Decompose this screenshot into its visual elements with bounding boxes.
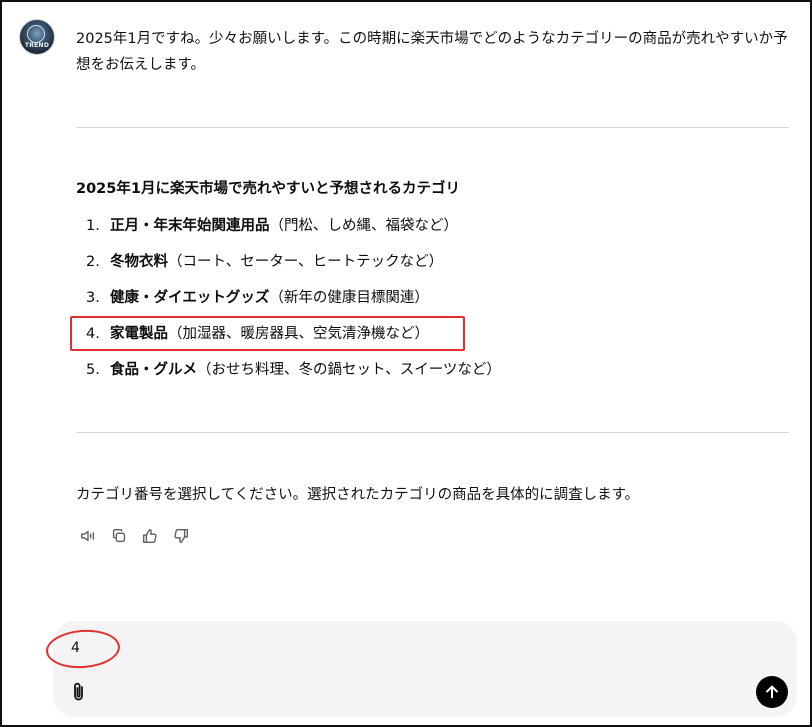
thumbs-down-icon[interactable] xyxy=(171,526,190,545)
chat-window: TREND 2025年1月ですね。少々お願いします。この時期に楽天市場でどのよう… xyxy=(0,0,812,727)
category-list: 1. 正月・年末年始関連用品（門松、しめ縄、福袋など） 2. 冬物衣料（コート、セー… xyxy=(86,213,501,393)
speaker-icon[interactable] xyxy=(78,526,97,545)
item-detail: （新年の健康目標関連） xyxy=(269,290,429,306)
list-item: 1. 正月・年末年始関連用品（門松、しめ縄、福袋など） xyxy=(86,213,501,249)
avatar-label: TREND xyxy=(24,42,50,49)
list-item: 2. 冬物衣料（コート、セーター、ヒートテックなど） xyxy=(86,249,501,285)
message-input[interactable]: 4 xyxy=(71,637,751,659)
paperclip-icon[interactable] xyxy=(69,681,89,703)
item-name: 冬物衣料 xyxy=(110,254,168,270)
category-heading: 2025年1月に楽天市場で売れやすいと予想されるカテゴリ xyxy=(76,181,460,197)
item-detail: （コート、セーター、ヒートテックなど） xyxy=(168,254,444,270)
divider xyxy=(76,432,789,433)
item-name: 食品・グルメ xyxy=(110,362,197,378)
annotation-highlight-box xyxy=(70,316,465,351)
message-composer: 4 xyxy=(53,621,797,717)
divider xyxy=(76,127,789,128)
selection-prompt-text: カテゴリ番号を選択してください。選択されたカテゴリの商品を具体的に調査します。 xyxy=(76,487,640,503)
globe-icon xyxy=(27,25,45,43)
assistant-intro-text: 2025年1月ですね。少々お願いします。この時期に楽天市場でどのようなカテゴリー… xyxy=(76,31,788,73)
list-item: 5. 食品・グルメ（おせち料理、冬の鍋セット、スイーツなど） xyxy=(86,357,501,393)
item-name: 正月・年末年始関連用品 xyxy=(110,218,270,234)
item-number: 3. xyxy=(86,290,100,306)
item-detail: （門松、しめ縄、福袋など） xyxy=(269,218,459,234)
item-number: 1. xyxy=(86,218,100,234)
message-actions xyxy=(78,526,190,545)
send-button[interactable] xyxy=(756,676,788,708)
item-number: 5. xyxy=(86,362,100,378)
thumbs-up-icon[interactable] xyxy=(140,526,159,545)
item-number: 2. xyxy=(86,254,100,270)
arrow-up-icon xyxy=(766,685,778,699)
item-detail: （おせち料理、冬の鍋セット、スイーツなど） xyxy=(197,362,501,378)
copy-icon[interactable] xyxy=(109,526,128,545)
assistant-avatar: TREND xyxy=(19,19,55,55)
item-name: 健康・ダイエットグッズ xyxy=(110,290,270,306)
